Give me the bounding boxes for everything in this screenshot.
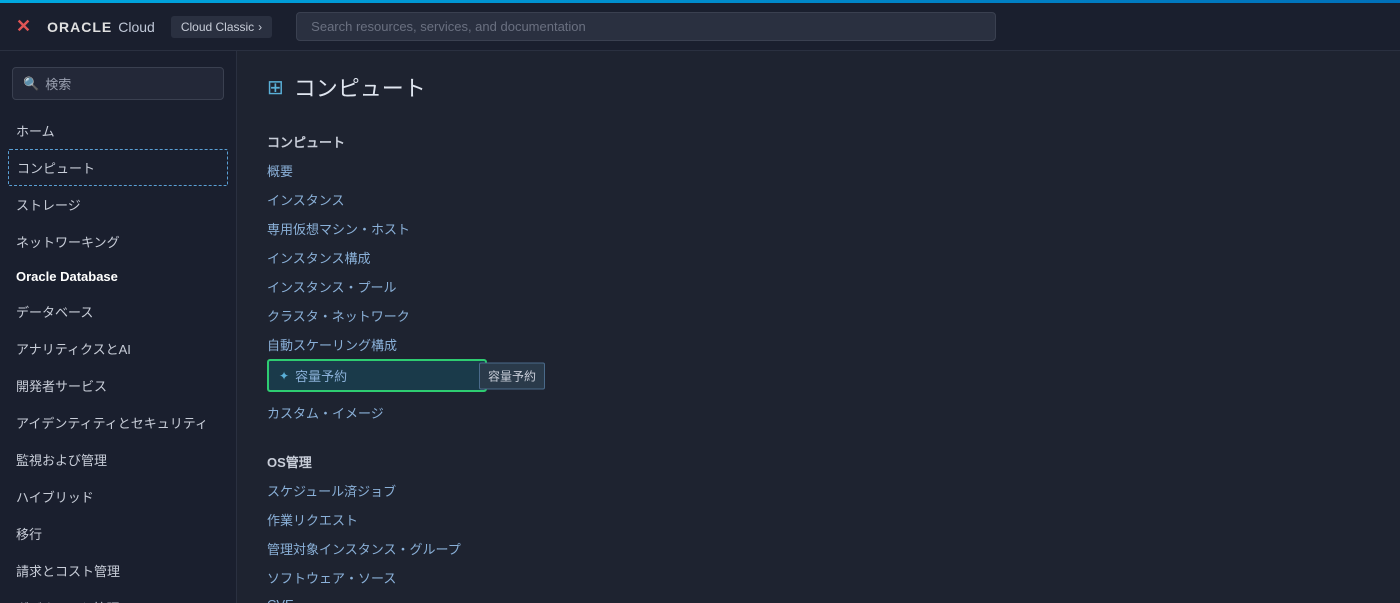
main-layout: 🔍 検索 ホーム コンピュート ストレージ ネットワーキング Oracle Da… bbox=[0, 51, 1400, 603]
menu-item-instances[interactable]: インスタンス bbox=[267, 185, 1370, 214]
menu-item-cluster-network[interactable]: クラスタ・ネットワーク bbox=[267, 301, 1370, 330]
page-title: コンピュート bbox=[294, 71, 426, 103]
sidebar-item-billing[interactable]: 請求とコスト管理 bbox=[0, 552, 236, 589]
sidebar-item-database[interactable]: データベース bbox=[0, 293, 236, 330]
search-input[interactable] bbox=[296, 12, 996, 41]
sidebar-item-oracle-database[interactable]: Oracle Database bbox=[0, 260, 236, 293]
menu-item-custom-image[interactable]: カスタム・イメージ bbox=[267, 398, 1370, 427]
sidebar-item-monitoring[interactable]: 監視および管理 bbox=[0, 441, 236, 478]
sidebar-search-label: 検索 bbox=[45, 74, 71, 93]
sidebar-item-networking[interactable]: ネットワーキング bbox=[0, 223, 236, 260]
menu-item-managed-instance[interactable]: 管理対象インスタンス・グループ bbox=[267, 534, 1370, 563]
menu-item-work-request[interactable]: 作業リクエスト bbox=[267, 505, 1370, 534]
menu-item-dedicated-vm[interactable]: 専用仮想マシン・ホスト bbox=[267, 214, 1370, 243]
sidebar-item-identity-security[interactable]: アイデンティティとセキュリティ bbox=[0, 404, 236, 441]
menu-item-compute-header[interactable]: コンピュート bbox=[267, 127, 1370, 156]
menu-item-software-source[interactable]: ソフトウェア・ソース bbox=[267, 563, 1370, 592]
content-area: ⊞ コンピュート コンピュート 概要 インスタンス 専用仮想マシン・ホスト イン… bbox=[237, 51, 1400, 603]
sidebar-item-hybrid[interactable]: ハイブリッド bbox=[0, 478, 236, 515]
menu-section-os: OS管理 スケジュール済ジョブ 作業リクエスト 管理対象インスタンス・グループ … bbox=[267, 447, 1370, 603]
search-icon: 🔍 bbox=[23, 76, 39, 92]
navbar: ✕ ORACLE Cloud Cloud Classic › bbox=[0, 3, 1400, 51]
menu-item-instance-pool[interactable]: インスタンス・プール bbox=[267, 272, 1370, 301]
global-search bbox=[296, 12, 996, 41]
sidebar-item-analytics-ai[interactable]: アナリティクスとAI bbox=[0, 330, 236, 367]
sidebar-item-storage[interactable]: ストレージ bbox=[0, 186, 236, 223]
compute-icon: ⊞ bbox=[267, 75, 284, 100]
sidebar-item-governance[interactable]: ガバナンスと管理 bbox=[0, 589, 236, 603]
sidebar-search-container: 🔍 検索 bbox=[0, 59, 236, 108]
sidebar-item-compute[interactable]: コンピュート bbox=[8, 149, 228, 186]
menu-item-auto-scaling[interactable]: 自動スケーリング構成 bbox=[267, 330, 1370, 359]
sidebar-item-migrate[interactable]: 移行 bbox=[0, 515, 236, 552]
capacity-reservation-icon: ✦ bbox=[279, 369, 289, 383]
menu-item-os-header[interactable]: OS管理 bbox=[267, 447, 1370, 476]
menu-item-scheduled-jobs[interactable]: スケジュール済ジョブ bbox=[267, 476, 1370, 505]
capacity-reservation-label: 容量予約 bbox=[295, 366, 347, 385]
close-button[interactable]: ✕ bbox=[16, 16, 31, 37]
menu-item-cve[interactable]: CVE bbox=[267, 592, 1370, 603]
content-header: ⊞ コンピュート bbox=[267, 71, 1370, 103]
cloud-classic-label: Cloud Classic bbox=[181, 20, 254, 34]
menu-item-overview[interactable]: 概要 bbox=[267, 156, 1370, 185]
brand-logo: ORACLE Cloud bbox=[47, 19, 155, 35]
capacity-reservation-tooltip: 容量予約 bbox=[479, 362, 545, 389]
menu-item-instance-config[interactable]: インスタンス構成 bbox=[267, 243, 1370, 272]
cloud-classic-button[interactable]: Cloud Classic › bbox=[171, 16, 272, 38]
chevron-right-icon: › bbox=[258, 20, 262, 34]
menu-item-capacity-reservation[interactable]: ✦ 容量予約 容量予約 bbox=[267, 359, 487, 392]
sidebar-item-home[interactable]: ホーム bbox=[0, 112, 236, 149]
sidebar-item-developer[interactable]: 開発者サービス bbox=[0, 367, 236, 404]
cloud-text: Cloud bbox=[118, 19, 155, 35]
sidebar-search-box[interactable]: 🔍 検索 bbox=[12, 67, 224, 100]
oracle-text: ORACLE bbox=[47, 19, 112, 35]
menu-section-compute: コンピュート 概要 インスタンス 専用仮想マシン・ホスト インスタンス構成 イン… bbox=[267, 127, 1370, 427]
sidebar: 🔍 検索 ホーム コンピュート ストレージ ネットワーキング Oracle Da… bbox=[0, 51, 237, 603]
